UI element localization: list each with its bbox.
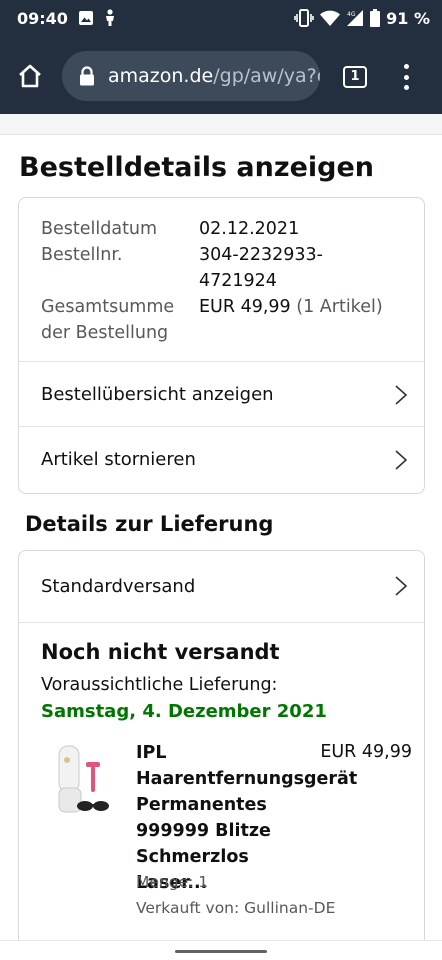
shipping-method-label: Standardversand [41,576,196,597]
cancel-items-link[interactable]: Artikel stornieren [19,426,424,491]
tab-switcher-button[interactable]: 1 [343,66,367,88]
chevron-right-icon [395,450,408,470]
product-quantity: Menge: 1 [136,873,209,891]
system-navigation-bar [0,940,442,960]
order-number-row: Bestellnr. 304-2232933-4721924 [41,242,411,294]
menu-dot-icon [403,85,409,90]
image-icon [79,11,93,25]
order-total-value: EUR 49,99 [199,297,291,317]
url-path: /gp/aw/ya?o [213,65,320,87]
shipment-status: Noch nicht versandt [41,640,280,664]
divider [19,622,424,623]
signal-4g-icon: 4G [347,10,364,26]
order-number-value: 304-2232933-4721924 [199,245,323,291]
expected-delivery-date: Samstag, 4. Dezember 2021 [41,701,327,722]
expected-delivery-label: Voraussichtliche Lieferung: [41,675,278,695]
status-bar: 09:40 4G 91 % [0,0,442,36]
cancel-items-label: Artikel stornieren [41,448,196,470]
battery-icon [370,9,381,27]
order-date-row: Bestelldatum 02.12.2021 [41,216,411,242]
wifi-icon [320,10,341,26]
url-text: amazon.de/gp/aw/ya?o [108,65,320,87]
order-total-label: Gesamtsumme der Bestellung [41,297,175,343]
menu-dot-icon [403,64,409,69]
chevron-right-icon [395,576,408,596]
chevron-right-icon [395,385,408,405]
product-image[interactable] [55,744,111,822]
status-time: 09:40 [17,9,68,28]
delivery-card: Standardversand Noch nicht versandt Vora… [18,550,425,950]
person-icon [106,9,114,26]
order-date-label: Bestelldatum [41,219,158,239]
scrolled-header-strip [0,114,442,135]
svg-text:4G: 4G [347,11,356,18]
home-button[interactable] [14,60,46,92]
shipping-method-link[interactable]: Standardversand [19,551,424,622]
order-info-grid: Bestelldatum 02.12.2021 Bestellnr. 304-2… [41,216,411,346]
view-order-summary-link[interactable]: Bestellübersicht anzeigen [19,361,424,426]
order-total-row: Gesamtsumme der Bestellung EUR 49,99 (1 … [41,294,411,346]
status-notification-icons [78,9,116,27]
browser-menu-button[interactable] [398,64,414,90]
menu-dot-icon [403,74,409,80]
home-icon [19,64,41,88]
order-date-value: 02.12.2021 [199,219,300,239]
lock-icon [80,66,94,86]
order-info-card: Bestelldatum 02.12.2021 Bestellnr. 304-2… [18,197,425,494]
order-number-label: Bestellnr. [41,245,123,265]
product-price: EUR 49,99 [320,742,412,762]
order-item-count: (1 Artikel) [296,297,383,317]
vibrate-icon [294,9,314,27]
delivery-section-title: Details zur Lieferung [25,512,274,536]
url-domain: amazon.de [108,65,214,87]
order-total-value-wrap: EUR 49,99 (1 Artikel) [199,294,383,346]
page-title: Bestelldetails anzeigen [19,152,375,183]
address-bar[interactable]: amazon.de/gp/aw/ya?o [62,51,320,101]
product-seller: Verkauft von: Gullinan-DE [136,899,336,917]
status-system-icons: 4G 91 % [294,8,430,28]
browser-toolbar: amazon.de/gp/aw/ya?o 1 [0,36,442,114]
view-order-summary-label: Bestellübersicht anzeigen [41,383,274,405]
battery-level: 91 % [386,8,430,28]
gesture-handle[interactable] [175,950,267,953]
